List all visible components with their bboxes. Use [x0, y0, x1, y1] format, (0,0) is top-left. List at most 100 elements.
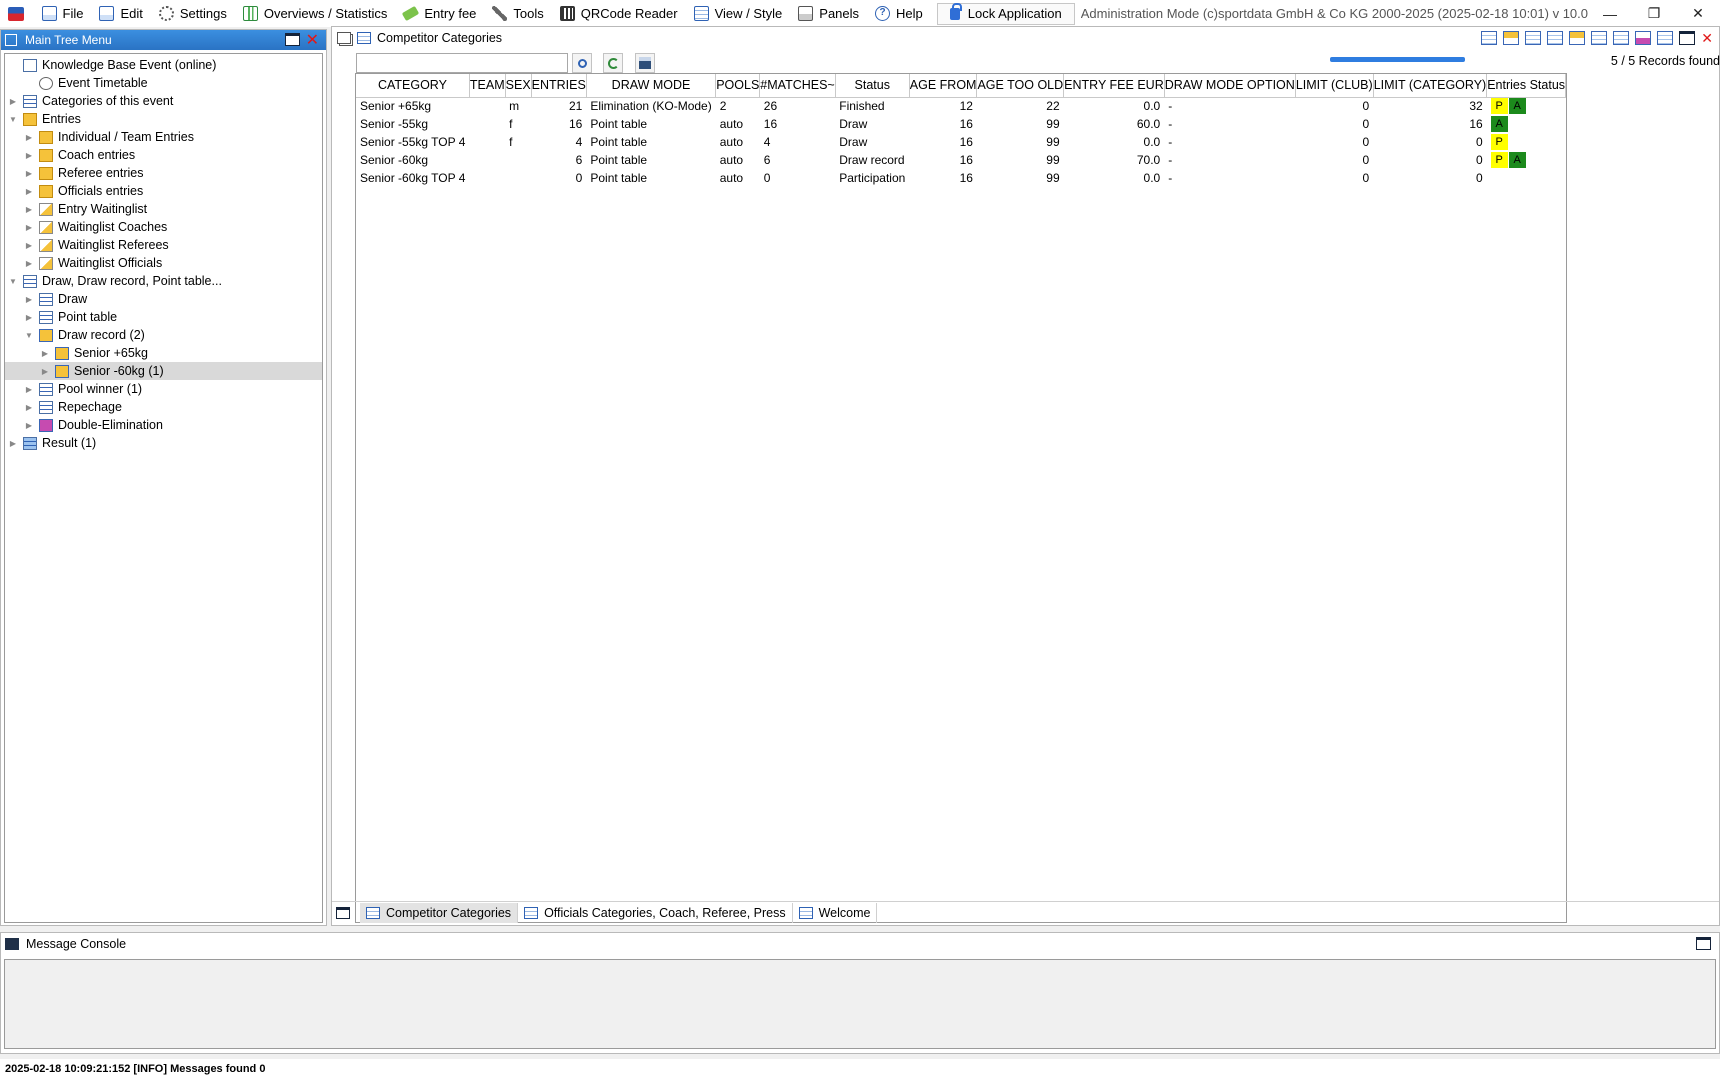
minimize-button[interactable]: —	[1588, 0, 1632, 27]
column-header[interactable]: LIMIT (CATEGORY)	[1373, 74, 1488, 98]
tree-item[interactable]: ▼ Draw, Draw record, Point table...	[5, 272, 322, 290]
draw-record-icon[interactable]	[1569, 31, 1586, 45]
column-header[interactable]: CATEGORY	[356, 74, 470, 98]
tree-item[interactable]: ▶ Individual / Team Entries	[5, 128, 322, 146]
collapsed-arrow-icon[interactable]: ▶	[23, 295, 35, 304]
menu-settings[interactable]: Settings	[151, 0, 235, 27]
close-icon[interactable]: ✕	[1701, 31, 1713, 45]
folder-open-icon[interactable]	[1481, 31, 1498, 45]
expanded-arrow-icon[interactable]: ▼	[23, 331, 35, 340]
lock-application-button[interactable]: Lock Application	[936, 2, 1075, 25]
collapsed-arrow-icon[interactable]: ▶	[39, 349, 51, 358]
double-elimination-icon[interactable]	[1635, 31, 1652, 45]
tree-item[interactable]: ▶ Double-Elimination	[5, 416, 322, 434]
tree-item[interactable]: ▶ Point table	[5, 308, 322, 326]
tree-item[interactable]: Knowledge Base Event (online)	[5, 56, 322, 74]
tree-item[interactable]: ▶ Waitinglist Referees	[5, 236, 322, 254]
save-button[interactable]	[635, 53, 655, 73]
panel-window-icon[interactable]	[332, 903, 360, 923]
collapsed-arrow-icon[interactable]: ▶	[23, 205, 35, 214]
tree-item[interactable]: ▶ Coach entries	[5, 146, 322, 164]
tree-item[interactable]: ▶ Draw	[5, 290, 322, 308]
column-header[interactable]: LIMIT (CLUB)	[1295, 74, 1374, 98]
tab-officials-categories-coach-referee-press[interactable]: Officials Categories, Coach, Referee, Pr…	[518, 902, 793, 923]
collapsed-arrow-icon[interactable]: ▶	[23, 385, 35, 394]
clipboard-icon[interactable]	[1503, 31, 1520, 45]
collapsed-arrow-icon[interactable]: ▶	[23, 259, 35, 268]
menu-help[interactable]: ? Help	[867, 0, 931, 27]
expanded-arrow-icon[interactable]: ▼	[7, 277, 19, 286]
refresh-button[interactable]	[603, 53, 623, 73]
menu-tools[interactable]: Tools	[484, 0, 551, 27]
column-header[interactable]: Short name	[1565, 74, 1566, 98]
tree-item[interactable]: ▶ Categories of this event	[5, 92, 322, 110]
column-header[interactable]: #MATCHES~	[759, 74, 836, 98]
tree-item[interactable]: ▶ Senior -60kg (1)	[5, 362, 322, 380]
maximize-icon[interactable]	[1679, 31, 1696, 45]
column-header[interactable]: POOLS	[715, 74, 761, 98]
collapsed-arrow-icon[interactable]: ▶	[23, 421, 35, 430]
column-header[interactable]: Entries Status	[1486, 74, 1566, 98]
column-header[interactable]: DRAW MODE OPTION	[1164, 74, 1296, 98]
search-button[interactable]	[572, 53, 592, 73]
menu-entry-fee[interactable]: Entry fee	[395, 0, 484, 27]
column-header[interactable]: AGE TOO OLD	[976, 74, 1065, 98]
result-icon[interactable]	[1657, 31, 1674, 45]
maximize-panel-icon[interactable]	[285, 33, 300, 46]
menu-file[interactable]: File	[34, 0, 92, 27]
column-header[interactable]: DRAW MODE	[586, 74, 717, 98]
menu-overviews-statistics[interactable]: Overviews / Statistics	[235, 0, 396, 27]
tree-item[interactable]: ▼ Draw record (2)	[5, 326, 322, 344]
tree-item[interactable]: ▶ Result (1)	[5, 434, 322, 452]
collapsed-arrow-icon[interactable]: ▶	[7, 439, 19, 448]
menu-edit[interactable]: Edit	[91, 0, 150, 27]
tab-welcome[interactable]: Welcome	[793, 902, 878, 923]
collapsed-arrow-icon[interactable]: ▶	[23, 313, 35, 322]
collapsed-arrow-icon[interactable]: ▶	[23, 169, 35, 178]
tree-item[interactable]: ▶ Entry Waitinglist	[5, 200, 322, 218]
copy-icon[interactable]	[337, 32, 351, 44]
collapsed-arrow-icon[interactable]: ▶	[23, 187, 35, 196]
restore-button[interactable]: ❐	[1632, 0, 1676, 27]
column-header[interactable]: ENTRY FEE EUR	[1063, 74, 1165, 98]
draw-icon[interactable]	[1525, 31, 1542, 45]
collapsed-arrow-icon[interactable]: ▶	[23, 241, 35, 250]
tree-item[interactable]: ▶ Pool winner (1)	[5, 380, 322, 398]
maximize-console-icon[interactable]	[1696, 937, 1711, 950]
column-header[interactable]: AGE FROM	[909, 74, 978, 98]
collapsed-arrow-icon[interactable]: ▶	[39, 367, 51, 376]
table-row[interactable]: Senior -60kg TOP 4 0 Point table auto 0 Parti…	[356, 169, 1566, 187]
search-input[interactable]	[356, 53, 568, 73]
list-icon[interactable]	[1547, 31, 1564, 45]
tree-item[interactable]: ▶ Referee entries	[5, 164, 322, 182]
tree-item[interactable]: ▶ Waitinglist Officials	[5, 254, 322, 272]
column-header[interactable]: Status	[835, 74, 910, 98]
close-window-button[interactable]: ✕	[1676, 0, 1720, 27]
tree-item[interactable]: ▶ Repechage	[5, 398, 322, 416]
column-header[interactable]: SEX	[505, 74, 532, 98]
table-row[interactable]: Senior -55kg f 16 Point table auto 16 Draw 16 99…	[356, 115, 1566, 133]
menu-qrcode-reader[interactable]: QRCode Reader	[552, 0, 686, 27]
tree-item[interactable]: ▶ Waitinglist Coaches	[5, 218, 322, 236]
pool-icon[interactable]	[1591, 31, 1608, 45]
table-row[interactable]: Senior -55kg TOP 4 f 4 Point table auto 4 Draw…	[356, 133, 1566, 151]
expanded-arrow-icon[interactable]: ▼	[7, 115, 19, 124]
collapsed-arrow-icon[interactable]: ▶	[23, 403, 35, 412]
close-panel-icon[interactable]: ✕	[306, 30, 319, 50]
repechage-icon[interactable]	[1613, 31, 1630, 45]
collapsed-arrow-icon[interactable]: ▶	[23, 223, 35, 232]
tree-item[interactable]: ▼ Entries	[5, 110, 322, 128]
tree-item[interactable]: Event Timetable	[5, 74, 322, 92]
collapsed-arrow-icon[interactable]: ▶	[23, 151, 35, 160]
table-row[interactable]: Senior +65kg m 21 Elimination (KO-Mode) 2 26 F…	[356, 97, 1566, 115]
column-header[interactable]: TEAM	[469, 74, 506, 98]
tab-competitor-categories[interactable]: Competitor Categories	[360, 902, 519, 923]
collapsed-arrow-icon[interactable]: ▶	[23, 133, 35, 142]
menu-panels[interactable]: Panels	[790, 0, 867, 27]
collapsed-arrow-icon[interactable]: ▶	[7, 97, 19, 106]
table-row[interactable]: Senior -60kg 6 Point table auto 6 Draw record…	[356, 151, 1566, 169]
tree-item[interactable]: ▶ Officials entries	[5, 182, 322, 200]
menu-view-style[interactable]: View / Style	[686, 0, 791, 27]
tree-item[interactable]: ▶ Senior +65kg	[5, 344, 322, 362]
column-header[interactable]: ENTRIES	[531, 74, 587, 98]
